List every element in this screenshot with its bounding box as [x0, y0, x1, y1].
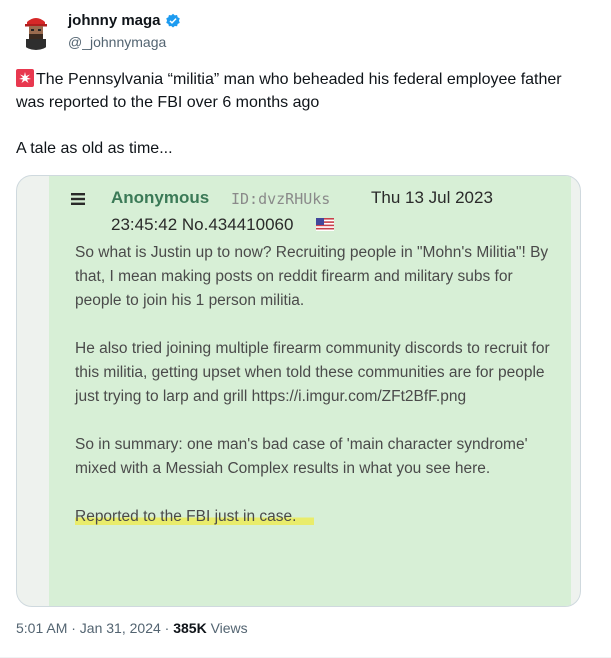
- post-paragraph-2: He also tried joining multiple firearm c…: [75, 340, 550, 405]
- us-flag-icon: [316, 218, 334, 231]
- police-siren-icon: [16, 69, 34, 87]
- highlighted-text: Reported to the FBI just in case.: [75, 508, 315, 525]
- tweet-timestamp[interactable]: 5:01 AM · Jan 31, 2024 ·: [16, 620, 173, 636]
- author-name-row[interactable]: johnny maga: [68, 12, 181, 29]
- tweet-line-2: A tale as old as time...: [16, 140, 173, 157]
- tweet-text: The Pennsylvania “militia” man who behea…: [16, 68, 591, 160]
- tweet-meta: 5:01 AM · Jan 31, 2024 · 385K Views: [16, 620, 248, 636]
- poster-id: ID:dvzRHUks: [231, 190, 331, 208]
- author-name[interactable]: johnny maga: [68, 12, 161, 29]
- author-handle[interactable]: @_johnnymaga: [68, 34, 166, 50]
- post-paragraph-3: So in summary: one man's bad case of 'ma…: [75, 436, 528, 477]
- post-body: So what is Justin up to now? Recruiting …: [75, 241, 559, 529]
- tweet-line-1: The Pennsylvania “militia” man who behea…: [16, 71, 562, 111]
- menu-icon: [71, 193, 85, 205]
- post-paragraph-1: So what is Justin up to now? Recruiting …: [75, 244, 549, 309]
- avatar[interactable]: [16, 10, 56, 50]
- views-label: Views: [206, 620, 248, 636]
- views-count: 385K: [173, 620, 207, 636]
- media-image[interactable]: Anonymous ID:dvzRHUks Thu 13 Jul 2023 23…: [16, 175, 581, 607]
- post-date: Thu 13 Jul 2023: [371, 188, 493, 207]
- embedded-post: Anonymous ID:dvzRHUks Thu 13 Jul 2023 23…: [49, 176, 571, 606]
- poster-name: Anonymous: [111, 188, 210, 207]
- verified-badge-icon: [165, 13, 180, 28]
- post-time-number: 23:45:42 No.434410060: [111, 215, 294, 234]
